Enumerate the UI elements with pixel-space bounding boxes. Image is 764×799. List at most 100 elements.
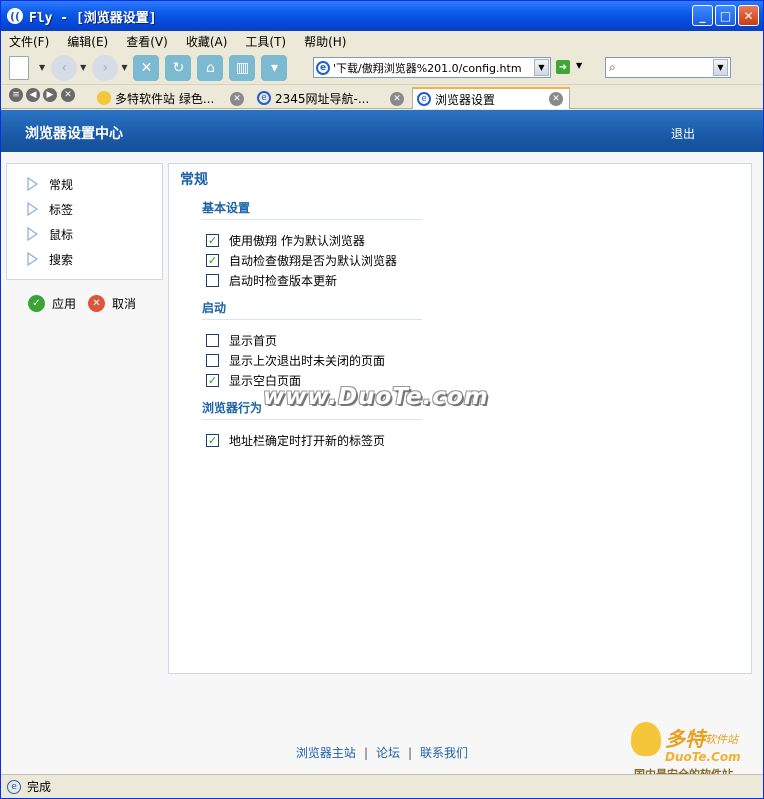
menu-view[interactable]: 查看(V) [126, 33, 168, 50]
tab-2345[interactable]: e 2345网址导航-... [253, 87, 409, 109]
brand-url: DuoTe.Com [665, 750, 741, 764]
logout-link[interactable]: 退出 [671, 125, 695, 142]
cancel-icon: ✕ [88, 295, 105, 312]
apply-label: 应用 [52, 297, 77, 311]
check-icon: ✓ [28, 295, 45, 312]
home-icon[interactable]: ⌂ [197, 54, 224, 81]
checkbox-checked[interactable]: ✓ [206, 374, 219, 387]
tab-duote[interactable]: 多特软件站 绿色... [93, 87, 249, 109]
back-dropdown-icon[interactable]: ▼ [80, 63, 86, 72]
checkbox-checked[interactable]: ✓ [206, 434, 219, 447]
mascot-icon [631, 722, 661, 756]
go-dropdown-icon[interactable]: ▼ [576, 61, 582, 70]
app-logo-icon: (( [7, 8, 23, 24]
checkbox-unchecked[interactable] [206, 334, 219, 347]
search-icon: ⌕ [609, 60, 616, 74]
search-dropdown-icon[interactable]: ▼ [713, 59, 728, 76]
menu-file[interactable]: 文件(F) [9, 33, 49, 50]
checkbox-checked[interactable]: ✓ [206, 234, 219, 247]
minimize-button[interactable]: _ [692, 5, 713, 26]
apply-button[interactable]: ✓ 应用 [28, 295, 76, 312]
option-label: 显示上次退出时未关闭的页面 [229, 354, 386, 368]
option-show-home[interactable]: 显示首页 [206, 332, 277, 349]
maximize-button[interactable]: □ [715, 5, 736, 26]
option-label: 地址栏确定时打开新的标签页 [229, 434, 386, 448]
duote-favicon-icon [97, 91, 111, 105]
nav-item-general[interactable]: 常规 [27, 174, 73, 194]
tab-prev-icon[interactable]: ◀ [26, 88, 40, 102]
footer-separator: | [408, 746, 413, 760]
option-check-updates[interactable]: 启动时检查版本更新 [206, 272, 337, 289]
window-title: Fly - [浏览器设置] [29, 10, 157, 26]
tab-close-icon[interactable]: ✕ [549, 92, 563, 106]
menu-bar: 文件(F) 编辑(E) 查看(V) 收藏(A) 工具(T) 帮助(H) [1, 31, 763, 51]
status-text: 完成 [27, 780, 52, 794]
nav-label: 常规 [49, 177, 74, 192]
address-text: '下载/傲翔浏览器%201.0/config.htm [333, 61, 522, 75]
nav-label: 搜索 [49, 252, 74, 267]
address-bar[interactable]: e '下载/傲翔浏览器%201.0/config.htm [313, 57, 551, 78]
brand-name: 多特 [665, 727, 705, 751]
settings-page: 浏览器设置中心 退出 常规 标签 鼠标 搜索 ✓ 应用 ✕ 取消 常规 基本设置… [1, 110, 763, 781]
settings-panel: 常规 基本设置 ✓ 使用傲翔 作为默认浏览器 ✓ 自动检查傲翔是否为默认浏览器 … [168, 163, 752, 674]
group-title-basic: 基本设置 [202, 199, 422, 220]
tab-close-all-icon[interactable]: ✕ [61, 88, 75, 102]
footer-separator: | [363, 746, 368, 760]
header-title: 浏览器设置中心 [25, 126, 123, 142]
triangle-arrow-icon [27, 202, 38, 216]
close-button[interactable]: ✕ [738, 5, 759, 26]
tab-label: 多特软件站 绿色... [115, 91, 215, 106]
footer-link-forum[interactable]: 论坛 [376, 746, 400, 760]
forward-dropdown-icon[interactable]: ▼ [121, 63, 127, 72]
tab-browser-settings[interactable]: e 浏览器设置 [412, 87, 570, 109]
site-watermark: www.DuoTe.com [263, 384, 489, 410]
new-page-dropdown-icon[interactable]: ▼ [39, 63, 45, 72]
menu-edit[interactable]: 编辑(E) [67, 33, 108, 50]
tab-label: 2345网址导航-... [275, 91, 370, 106]
option-check-default[interactable]: ✓ 自动检查傲翔是否为默认浏览器 [206, 252, 397, 269]
footer-link-home[interactable]: 浏览器主站 [296, 746, 356, 760]
option-label: 显示首页 [229, 334, 278, 348]
menu-favorites[interactable]: 收藏(A) [186, 33, 228, 50]
section-title: 常规 [180, 172, 208, 188]
footer-link-contact[interactable]: 联系我们 [420, 746, 468, 760]
tab-next-icon[interactable]: ▶ [43, 88, 57, 102]
nav-item-search[interactable]: 搜索 [27, 249, 73, 269]
ie-favicon-icon: e [257, 91, 271, 105]
option-restore-pages[interactable]: 显示上次退出时未关闭的页面 [206, 352, 385, 369]
split-view-icon[interactable]: ▥ [229, 54, 256, 81]
address-dropdown-icon[interactable]: ▼ [534, 59, 549, 76]
new-page-icon[interactable] [9, 55, 29, 80]
option-label: 自动检查傲翔是否为默认浏览器 [229, 254, 398, 268]
stop-icon[interactable]: ✕ [133, 54, 160, 81]
browser-window: (( Fly - [浏览器设置] _ □ ✕ 文件(F) 编辑(E) 查看(V)… [0, 0, 764, 799]
nav-label: 鼠标 [49, 227, 74, 242]
option-label: 使用傲翔 作为默认浏览器 [229, 234, 365, 248]
tabs-icon[interactable]: ▾ [261, 54, 288, 81]
nav-item-mouse[interactable]: 鼠标 [27, 224, 73, 244]
option-default-browser[interactable]: ✓ 使用傲翔 作为默认浏览器 [206, 232, 365, 249]
status-bar: e 完成 [1, 774, 763, 798]
option-address-new-tab[interactable]: ✓ 地址栏确定时打开新的标签页 [206, 432, 385, 449]
nav-item-tabs[interactable]: 标签 [27, 199, 73, 219]
menu-help[interactable]: 帮助(H) [304, 33, 346, 50]
triangle-arrow-icon [27, 177, 38, 191]
ie-favicon-icon: e [417, 92, 431, 106]
cancel-button[interactable]: ✕ 取消 [88, 295, 136, 312]
tab-menu-icon[interactable]: ≡ [9, 88, 23, 102]
forward-icon[interactable]: › [92, 54, 119, 81]
page-status-icon: e [7, 779, 21, 794]
checkbox-checked[interactable]: ✓ [206, 254, 219, 267]
triangle-arrow-icon [27, 252, 38, 266]
refresh-icon[interactable]: ↻ [165, 54, 192, 81]
tab-close-icon[interactable]: ✕ [390, 92, 404, 106]
back-icon[interactable]: ‹ [51, 54, 78, 81]
checkbox-unchecked[interactable] [206, 354, 219, 367]
menu-tools[interactable]: 工具(T) [245, 33, 286, 50]
go-arrow-icon[interactable]: ➜ [556, 60, 570, 74]
title-bar[interactable]: (( Fly - [浏览器设置] _ □ ✕ [1, 1, 763, 31]
checkbox-unchecked[interactable] [206, 274, 219, 287]
tab-close-icon[interactable]: ✕ [230, 92, 244, 106]
nav-label: 标签 [49, 202, 74, 217]
tab-label: 浏览器设置 [435, 92, 496, 107]
